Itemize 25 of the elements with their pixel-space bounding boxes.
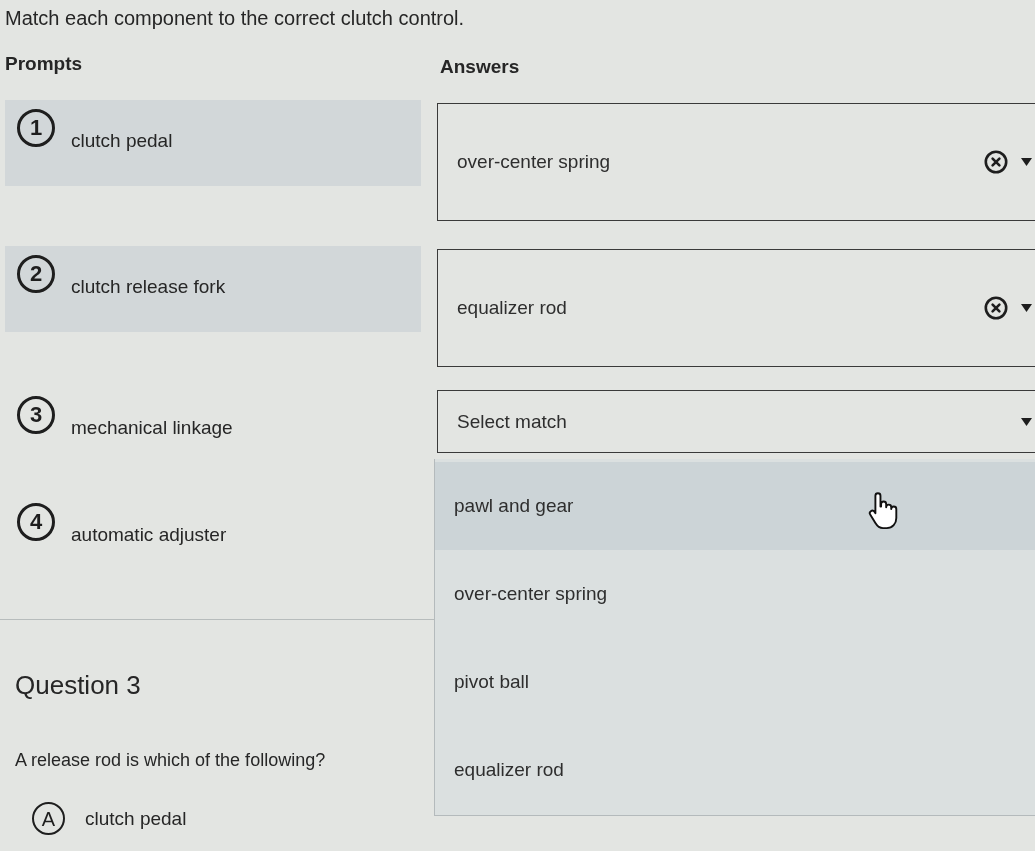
prompt-number: 3 <box>17 396 55 434</box>
hand-pointer-icon <box>868 492 898 530</box>
match-dropdown[interactable]: equalizer rod <box>437 249 1035 367</box>
dropdown-option[interactable]: pawl and gear <box>435 462 1035 550</box>
caret-icon[interactable] <box>1021 417 1032 426</box>
prompt-text: clutch release fork <box>71 275 226 299</box>
instruction-text: Match each component to the correct clutch control. <box>5 6 465 30</box>
answers-heading: Answers <box>440 55 520 79</box>
prompt-number: 4 <box>17 503 55 541</box>
caret-icon[interactable] <box>1021 304 1032 312</box>
match-dropdown[interactable]: over-center spring <box>437 103 1035 221</box>
prompt-text: mechanical linkage <box>71 416 233 440</box>
clear-icon[interactable] <box>984 296 1008 320</box>
match-dropdown[interactable]: Select match <box>437 390 1035 453</box>
prompt-text: clutch pedal <box>71 129 173 153</box>
choice-text: clutch pedal <box>85 806 187 831</box>
choice-letter[interactable]: A <box>32 802 65 835</box>
prompt-text: automatic adjuster <box>71 523 227 547</box>
prompts-heading: Prompts <box>5 52 83 76</box>
prompt-number: 1 <box>17 109 55 147</box>
prompt-number: 2 <box>17 255 55 293</box>
clear-icon[interactable] <box>984 150 1008 174</box>
question-text: A release rod is which of the following? <box>15 749 326 772</box>
caret-icon[interactable] <box>1021 158 1032 166</box>
question-title: Question 3 <box>15 669 141 701</box>
